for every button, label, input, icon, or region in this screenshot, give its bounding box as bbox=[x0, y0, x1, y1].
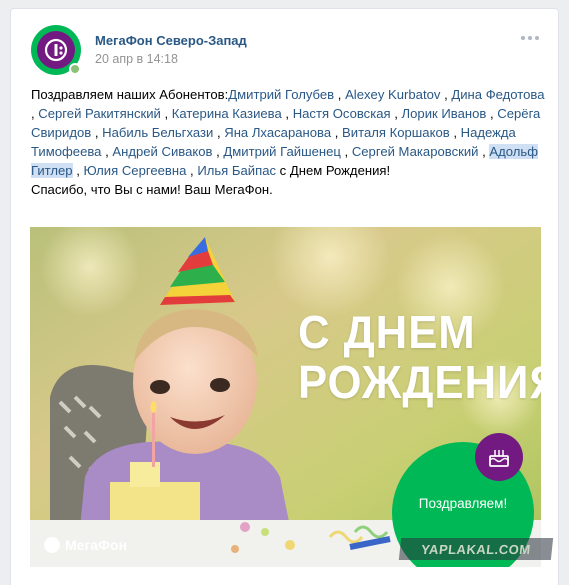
cake-icon bbox=[475, 433, 523, 481]
megafon-logo-icon bbox=[37, 31, 75, 69]
post-birthday-text: с Днем Рождения! bbox=[279, 163, 391, 178]
online-status-icon bbox=[69, 63, 81, 75]
mention-link[interactable]: Лорик Иванов bbox=[402, 106, 487, 121]
megafon-mark-icon bbox=[44, 537, 60, 553]
post-intro: Поздравляем наших Абонентов: bbox=[31, 87, 229, 102]
birthday-headline: С ДНЕМ РОЖДЕНИЯ bbox=[298, 307, 541, 407]
mention-link[interactable]: Виталя Коршаков bbox=[342, 125, 450, 140]
mention-link[interactable]: Настя Осовская bbox=[293, 106, 391, 121]
post-author[interactable]: МегаФон Северо-Запад bbox=[95, 33, 247, 48]
megafon-image-logo: МегаФон bbox=[44, 537, 127, 553]
birthday-headline-line2: РОЖДЕНИЯ bbox=[298, 356, 541, 408]
mention-link[interactable]: Илья Байпас bbox=[197, 163, 276, 178]
mention-link[interactable]: Сергей Макаровский bbox=[352, 144, 479, 159]
mention-link[interactable]: Дина Федотова bbox=[451, 87, 544, 102]
post-image[interactable]: С ДНЕМ РОЖДЕНИЯ Поздравляем! МегаФон bbox=[30, 227, 541, 567]
mention-link[interactable]: Сергей Ракитянский bbox=[38, 106, 161, 121]
post-thanks: Спасибо, что Вы с нами! Ваш МегаФон. bbox=[31, 182, 273, 197]
mention-link[interactable]: Alexey Kurbatov bbox=[345, 87, 440, 102]
post-text: Поздравляем наших Абонентов:Дмитрий Голу… bbox=[31, 87, 545, 197]
mention-link[interactable]: Дмитрий Гайшенец bbox=[223, 144, 340, 159]
birthday-headline-line1: С ДНЕМ bbox=[298, 306, 476, 358]
post-date[interactable]: 20 апр в 14:18 bbox=[95, 52, 178, 66]
more-options-icon[interactable] bbox=[521, 31, 543, 45]
mention-link[interactable]: Андрей Сиваков bbox=[112, 144, 212, 159]
mention-link[interactable]: Катерина Казиева bbox=[172, 106, 282, 121]
mention-link[interactable]: Дмитрий Голубев bbox=[228, 87, 334, 102]
mention-link[interactable]: Яна Лхасаранова bbox=[224, 125, 331, 140]
watermark: YAPLAKAL.COM bbox=[398, 538, 554, 560]
mention-link[interactable]: Юлия Сергеевна bbox=[84, 163, 187, 178]
post-card: МегаФон Северо-Запад 20 апр в 14:18 Позд… bbox=[10, 8, 559, 585]
mention-link[interactable]: Набиль Бельгхази bbox=[102, 125, 213, 140]
megafon-logo-text: МегаФон bbox=[65, 537, 128, 553]
